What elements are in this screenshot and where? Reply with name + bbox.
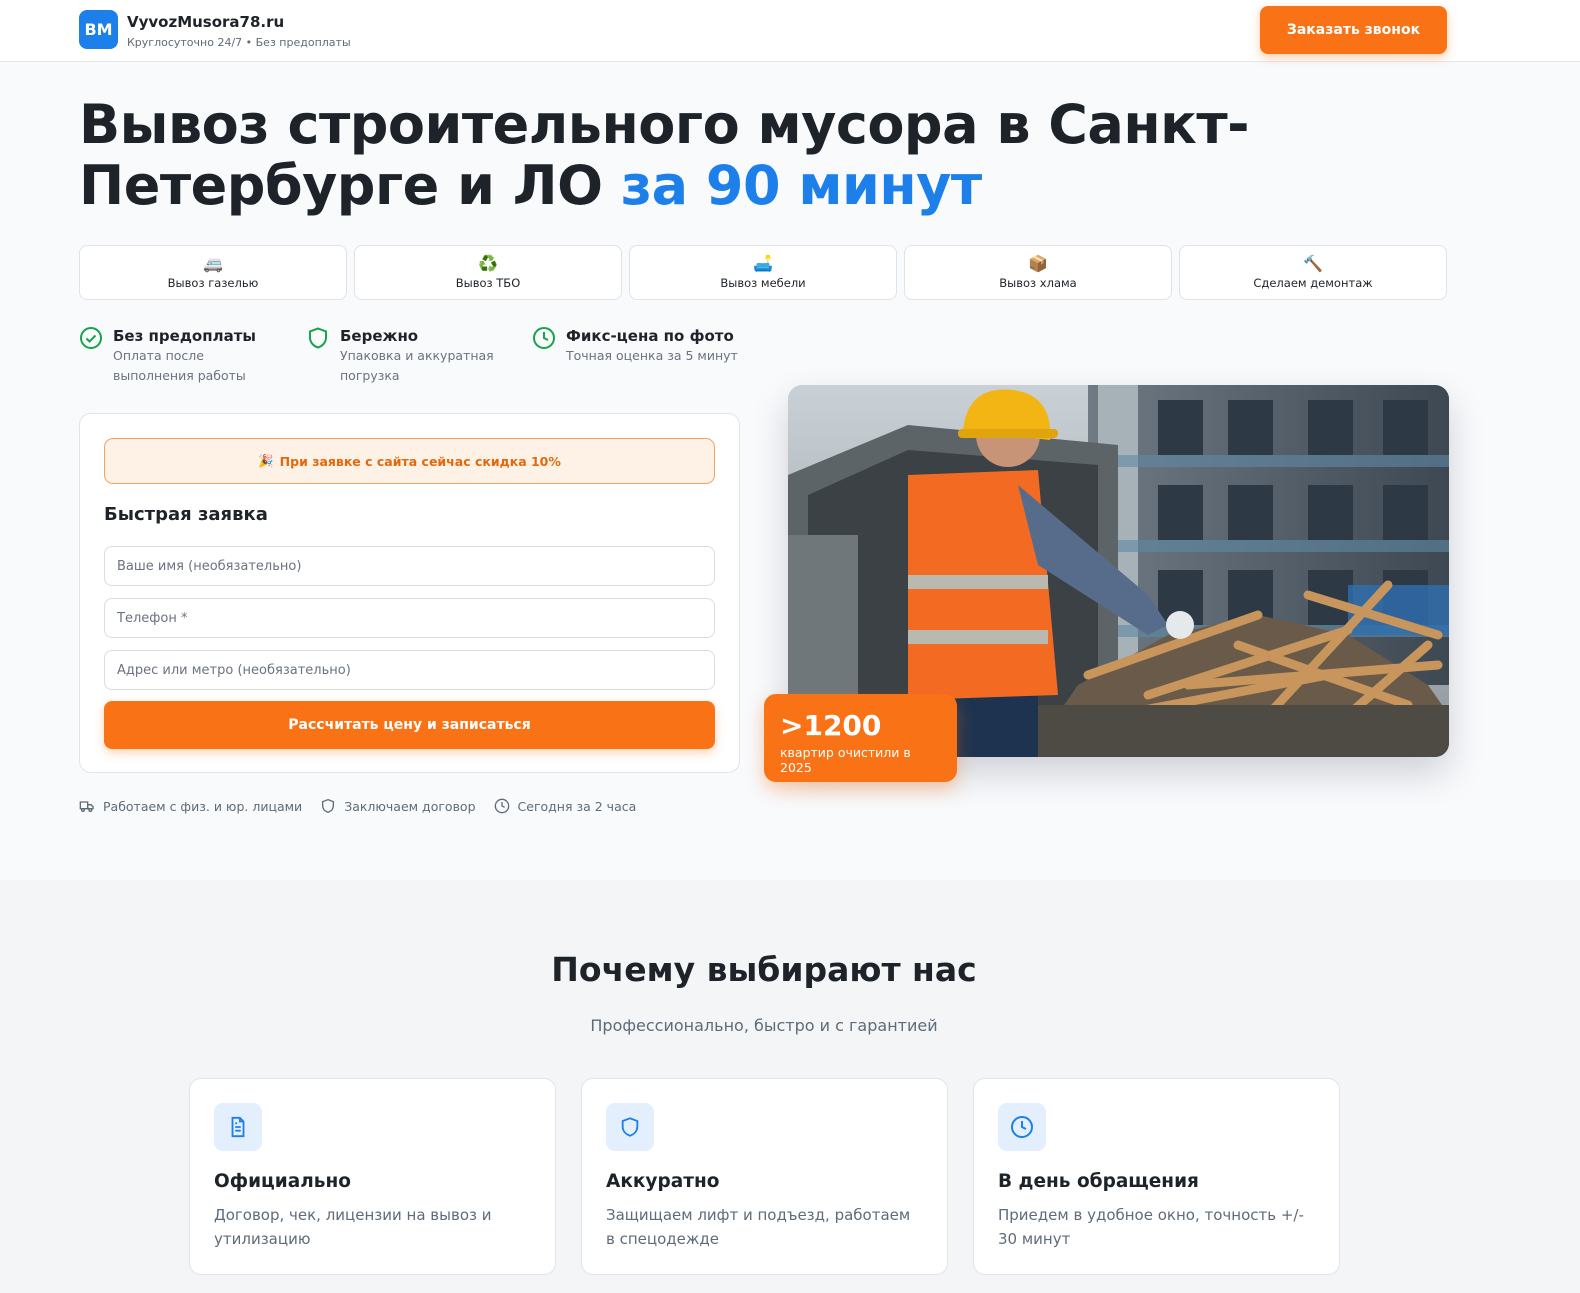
trust-label: Сегодня за 2 часа <box>517 798 637 814</box>
feature-title: В день обращения <box>998 1171 1199 1192</box>
check-circle-icon <box>80 327 102 349</box>
trust-item: Заключаем договор <box>320 798 476 814</box>
shield-icon <box>309 327 327 349</box>
brand-subtitle: Круглосуточно 24/7 • Без предоплаты <box>127 36 351 49</box>
benefit-text: Точная оценка за 5 минут <box>566 348 738 363</box>
brand-name[interactable]: VyvozMusora78.ru <box>127 13 284 31</box>
shield-icon <box>606 1103 654 1151</box>
feature-text: Приедем в удобное окно, точность +/- 30 … <box>998 1206 1304 1248</box>
party-popper-icon: 🎉 <box>258 453 274 468</box>
name-input[interactable] <box>104 546 715 586</box>
service-buttons: 🚐 Вывоз газелью ♻️ Вывоз ТБО 🛋️ Вывоз ме… <box>79 245 1447 300</box>
feature-text: Договор, чек, лицензии на вывоз и утилиз… <box>214 1206 492 1248</box>
hero-title-accent: за 90 минут <box>620 154 982 217</box>
section-subtitle: Профессионально, быстро и с гарантией <box>590 1016 938 1035</box>
service-label: Вывоз хлама <box>999 276 1077 290</box>
benefit-item: Фикс-цена по фото Точная оценка за 5 мин… <box>532 326 738 386</box>
trust-label: Заключаем договор <box>344 798 476 814</box>
benefit-text: Упаковка и аккуратная погрузка <box>340 348 494 383</box>
document-icon <box>214 1103 262 1151</box>
truck-icon <box>79 801 94 812</box>
benefit-title: Без предоплаты <box>113 327 256 345</box>
quick-request-form: 🎉 При заявке с сайта сейчас скидка 10% Б… <box>79 413 740 773</box>
benefits-list: Без предоплаты Оплата после выполнения р… <box>79 326 738 386</box>
service-gazelle[interactable]: 🚐 Вывоз газелью <box>79 245 347 300</box>
feature-title: Официально <box>214 1171 351 1192</box>
logo[interactable]: BM <box>79 10 118 49</box>
benefit-title: Бережно <box>340 327 419 345</box>
service-label: Вывоз ТБО <box>455 276 521 290</box>
address-input[interactable] <box>104 650 715 690</box>
feature-card: Аккуратно Защищаем лифт и подъезд, работ… <box>581 1078 948 1275</box>
service-demolition[interactable]: 🔨 Сделаем демонтаж <box>1179 245 1447 300</box>
section-title: Почему выбирают нас <box>551 950 977 989</box>
clock-icon <box>998 1103 1046 1151</box>
benefit-item: Бережно Упаковка и аккуратная погрузка <box>306 326 532 386</box>
phone-input[interactable] <box>104 598 715 638</box>
service-label: Вывоз мебели <box>720 276 806 290</box>
service-label: Вывоз газелью <box>167 276 259 290</box>
feature-text: Защищаем лифт и подъезд, работаем в спец… <box>606 1206 911 1248</box>
stat-badge: >1200 квартир очистили в 2025 <box>764 694 957 782</box>
trust-row: Работаем с физ. и юр. лицами Заключаем д… <box>79 798 636 814</box>
recycle-icon: ♻️ <box>478 254 498 273</box>
sofa-icon: 🛋️ <box>753 254 773 273</box>
hero-title: Вывоз строительного мусора в Санкт-Петер… <box>79 94 1379 216</box>
service-label: Сделаем демонтаж <box>1253 276 1373 290</box>
stat-label: квартир очистили в 2025 <box>780 745 911 775</box>
hammer-icon: 🔨 <box>1303 254 1323 273</box>
clock-icon <box>494 798 509 814</box>
shield-icon <box>322 798 335 814</box>
trust-item: Работаем с физ. и юр. лицами <box>79 798 302 814</box>
truck-icon: 🚐 <box>203 254 223 273</box>
service-tbo[interactable]: ♻️ Вывоз ТБО <box>354 245 622 300</box>
promo-text: При заявке с сайта сейчас скидка 10% <box>279 453 561 469</box>
submit-button[interactable]: Рассчитать цену и записаться <box>104 701 715 749</box>
why-section: Почему выбирают нас Профессионально, быс… <box>0 880 1580 1293</box>
benefit-text: Оплата после выполнения работы <box>113 348 246 383</box>
feature-card: Официально Договор, чек, лицензии на выв… <box>189 1078 556 1275</box>
site-header: BM VyvozMusora78.ru Круглосуточно 24/7 •… <box>0 0 1580 62</box>
service-junk[interactable]: 📦 Вывоз хлама <box>904 245 1172 300</box>
clock-icon <box>533 327 555 349</box>
promo-banner: 🎉 При заявке с сайта сейчас скидка 10% <box>104 438 715 484</box>
benefit-item: Без предоплаты Оплата после выполнения р… <box>79 326 306 386</box>
trust-label: Работаем с физ. и юр. лицами <box>103 798 303 814</box>
benefit-title: Фикс-цена по фото <box>566 327 734 345</box>
call-request-button[interactable]: Заказать звонок <box>1260 6 1447 54</box>
box-icon: 📦 <box>1028 254 1048 273</box>
feature-title: Аккуратно <box>606 1171 720 1192</box>
service-furniture[interactable]: 🛋️ Вывоз мебели <box>629 245 897 300</box>
trust-item: Сегодня за 2 часа <box>494 798 637 814</box>
feature-card: В день обращения Приедем в удобное окно,… <box>973 1078 1340 1275</box>
form-title: Быстрая заявка <box>104 504 268 525</box>
stat-number: >1200 <box>780 709 882 742</box>
